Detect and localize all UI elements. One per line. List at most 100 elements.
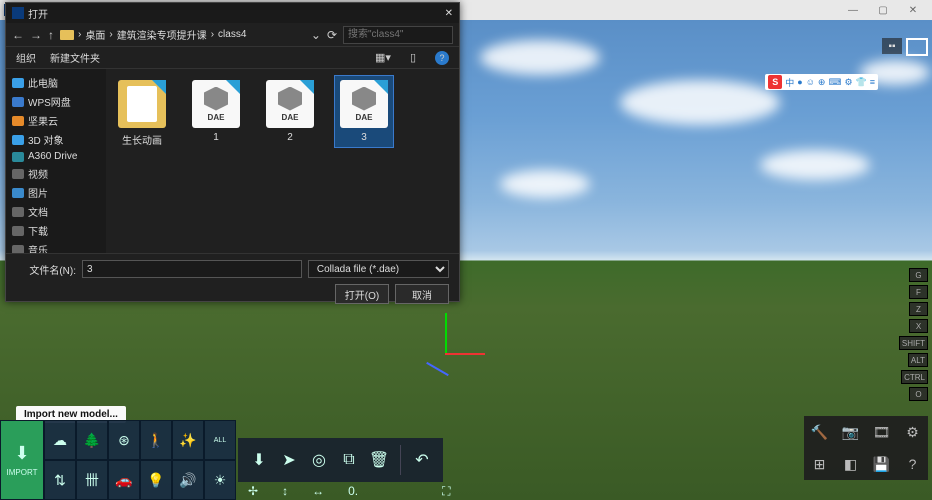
file-item[interactable]: 生长动画 [112, 75, 172, 152]
move-target-icon[interactable]: ◎ [306, 447, 332, 473]
sidebar-item[interactable]: 文档 [6, 202, 106, 221]
ime-item[interactable]: ● [797, 77, 802, 87]
help-button[interactable]: ? [435, 51, 449, 65]
sidebar-item[interactable]: 图片 [6, 183, 106, 202]
organize-menu[interactable]: 组织 [16, 50, 36, 65]
preview-pane-button[interactable]: ▯ [405, 50, 421, 66]
import-label: IMPORT [7, 468, 38, 477]
frame-icon[interactable] [906, 38, 928, 56]
maximize-button[interactable]: ▢ [868, 5, 898, 16]
file-item[interactable]: DAE1 [186, 75, 246, 148]
tool-effects-icon[interactable]: ✨ [172, 420, 204, 460]
filename-input[interactable] [82, 260, 302, 278]
key-hint: Z [909, 302, 928, 316]
key-hint: F [909, 285, 928, 299]
tool-all-button[interactable]: ALL [204, 420, 236, 460]
sidebar-item[interactable]: A360 Drive [6, 149, 106, 164]
tool-fence-icon[interactable]: 卌 [76, 460, 108, 500]
file-open-dialog: 打开 ✕ ← → ↑ › 桌面› 建筑渲染专项提升课› class4 ⌄ ⟳ 组… [5, 2, 460, 302]
minimize-button[interactable]: — [838, 5, 868, 16]
tool-sound-icon[interactable]: 🔊 [172, 460, 204, 500]
up-button[interactable]: ↑ [48, 28, 54, 42]
file-filter-select[interactable]: Collada file (*.dae) [308, 260, 449, 278]
camera-mode-icon[interactable]: ▪▪ [882, 38, 902, 54]
file-item[interactable]: DAE3 [334, 75, 394, 148]
forward-button[interactable]: → [30, 28, 42, 42]
breadcrumb-segment[interactable]: class4 [218, 29, 246, 40]
build-mode-icon[interactable]: 🔨 [804, 416, 835, 448]
sidebar-item[interactable]: 3D 对象 [6, 130, 106, 149]
sidebar-item[interactable]: 视频 [6, 164, 106, 183]
tool-car-icon[interactable]: 🚗 [108, 460, 140, 500]
transform-value[interactable]: 0. [348, 484, 358, 498]
tool-terrain-icon[interactable]: ⇅ [44, 460, 76, 500]
selection-box-icon[interactable]: ⛶ [442, 484, 450, 499]
sidebar-item[interactable]: 音乐 [6, 240, 106, 253]
file-list-area[interactable]: 生长动画DAE1DAE2DAE3 [106, 69, 459, 253]
photo-mode-icon[interactable]: 📷 [835, 416, 866, 448]
sidebar-item[interactable]: 此电脑 [6, 73, 106, 92]
ime-item[interactable]: ⊕ [818, 77, 826, 88]
ime-item[interactable]: 👕 [856, 77, 867, 88]
filename-label: 文件名(N): [16, 262, 76, 277]
tool-tree-icon[interactable]: 🌲 [76, 420, 108, 460]
breadcrumb-segment[interactable]: 建筑渲染专项提升课 [117, 27, 207, 42]
ime-item[interactable]: 中 [785, 76, 794, 89]
key-hint: G [909, 268, 928, 282]
place-button[interactable]: ⬇ [246, 447, 272, 473]
import-button[interactable]: ⬇ IMPORT [0, 420, 44, 500]
transform-row: ✢ ↕ ↔ 0. ⛶ [238, 482, 460, 500]
open-button[interactable]: 打开(O) [335, 284, 389, 304]
dialog-nav-row: ← → ↑ › 桌面› 建筑渲染专项提升课› class4 ⌄ ⟳ [6, 23, 459, 47]
copy-icon[interactable]: ⧉ [336, 447, 362, 473]
file-item[interactable]: DAE2 [260, 75, 320, 148]
ime-item[interactable]: ≡ [870, 77, 875, 87]
key-hint: CTRL [901, 370, 928, 384]
ime-item[interactable]: ⌨ [828, 77, 841, 88]
viewport-top-icons: ▪▪ [882, 38, 928, 56]
dialog-close-button[interactable]: ✕ [445, 8, 453, 19]
sidebar-item[interactable]: 下载 [6, 221, 106, 240]
ime-logo-icon: S [768, 75, 782, 89]
tool-group-tree-icon[interactable]: ⊛ [108, 420, 140, 460]
delete-trash-icon[interactable]: 🗑 [366, 447, 392, 473]
dae-file-icon: DAE [192, 80, 240, 128]
render-camera-icon[interactable]: ◧ [835, 448, 866, 480]
breadcrumb[interactable]: › 桌面› 建筑渲染专项提升课› class4 [60, 27, 305, 42]
select-cursor-icon[interactable]: ➤ [276, 447, 302, 473]
breadcrumb-segment[interactable]: 桌面 [85, 27, 105, 42]
back-button[interactable]: ← [12, 28, 24, 42]
scene-mode-icon[interactable]: ⊞ [804, 448, 835, 480]
move-horizontal-icon[interactable]: ↔ [312, 484, 324, 498]
new-folder-button[interactable]: 新建文件夹 [50, 50, 100, 65]
save-icon[interactable]: 💾 [866, 448, 897, 480]
view-mode-button[interactable]: ▦▾ [375, 50, 391, 66]
dialog-titlebar: 打开 ✕ [6, 3, 459, 23]
breadcrumb-dropdown-icon[interactable]: ⌄ [311, 28, 321, 42]
refresh-button[interactable]: ⟳ [327, 28, 337, 42]
search-input[interactable] [343, 26, 453, 44]
dialog-icon [12, 7, 24, 19]
cancel-button[interactable]: 取消 [395, 284, 449, 304]
tool-landscape-icon[interactable]: ☁ [44, 420, 76, 460]
sidebar-item[interactable]: 坚果云 [6, 111, 106, 130]
tool-palette: ⬇ IMPORT ☁ ⇅ 🌲 卌 ⊛ 🚗 🚶 💡 ✨ 🔊 ALL ☀ [0, 420, 236, 500]
tool-person-icon[interactable]: 🚶 [140, 420, 172, 460]
undo-button[interactable]: ↶ [409, 447, 435, 473]
key-hint: O [909, 387, 928, 401]
close-button[interactable]: ✕ [898, 5, 928, 16]
settings-gear-icon[interactable]: ⚙ [897, 416, 928, 448]
dialog-sidebar: 此电脑WPS网盘坚果云3D 对象A360 Drive视频图片文档下载音乐桌面OS… [6, 69, 106, 253]
sidebar-item[interactable]: WPS网盘 [6, 92, 106, 111]
ime-item[interactable]: ☺ [806, 77, 815, 87]
move-xyz-icon[interactable]: ✢ [248, 484, 258, 498]
movie-mode-icon[interactable]: 🎞 [866, 416, 897, 448]
tool-sun-icon[interactable]: ☀ [204, 460, 236, 500]
tool-light-icon[interactable]: 💡 [140, 460, 172, 500]
move-vertical-icon[interactable]: ↕ [282, 484, 288, 498]
dae-file-icon: DAE [340, 80, 388, 128]
ime-item[interactable]: ⚙ [844, 77, 852, 88]
folder-icon [60, 30, 74, 40]
help-icon[interactable]: ? [897, 448, 928, 480]
dialog-toolbar: 组织 新建文件夹 ▦▾ ▯ ? [6, 47, 459, 69]
